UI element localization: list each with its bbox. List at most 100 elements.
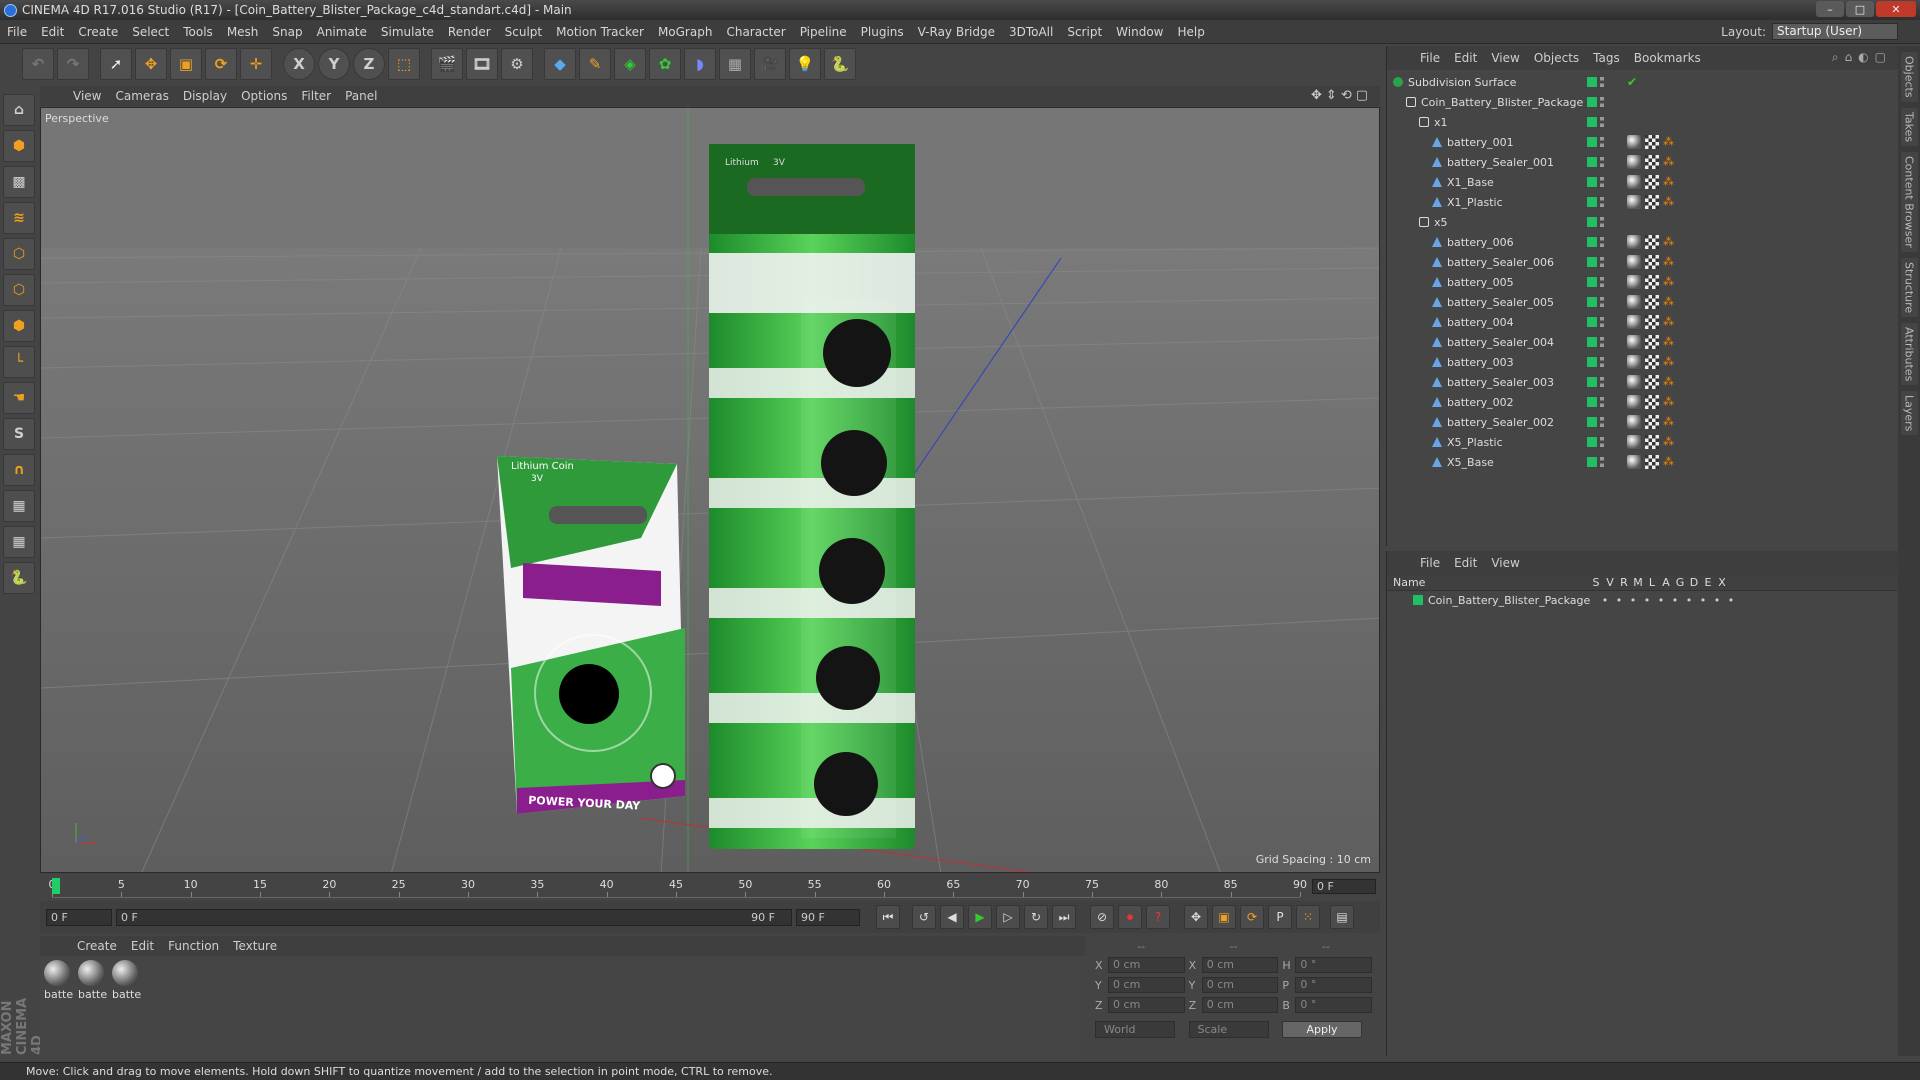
next-key-icon[interactable]: ↻ xyxy=(1024,905,1048,929)
layer-row[interactable]: Coin_Battery_Blister_Package • • • • • • • • • • xyxy=(1387,591,1898,609)
record-scale-icon[interactable]: ▣ xyxy=(1212,905,1236,929)
next-frame-icon[interactable]: ▷ xyxy=(996,905,1020,929)
record-rotation-icon[interactable]: ⟳ xyxy=(1240,905,1264,929)
menu-mesh[interactable]: Mesh xyxy=(220,20,266,44)
python-icon[interactable]: 🐍 xyxy=(824,48,856,80)
start-frame-field[interactable]: 0 F xyxy=(46,908,112,926)
layer-color-icon[interactable] xyxy=(1587,317,1597,327)
checker-material-tag-icon[interactable] xyxy=(1645,235,1659,249)
material-tag-icon[interactable] xyxy=(1627,455,1641,469)
material-menu-texture[interactable]: Texture xyxy=(226,939,284,953)
render-view-icon[interactable]: 🎬 xyxy=(431,48,463,80)
selection-tag-icon[interactable]: ⁂ xyxy=(1663,136,1675,148)
material-menu-edit[interactable]: Edit xyxy=(124,939,161,953)
object-menu-file[interactable]: File xyxy=(1413,51,1447,65)
material-tag-icon[interactable] xyxy=(1627,315,1641,329)
right-tab-takes[interactable]: Takes xyxy=(1900,107,1918,146)
menu-file[interactable]: File xyxy=(0,20,34,44)
layer-color-icon[interactable] xyxy=(1587,277,1597,287)
selection-tag-icon[interactable]: ⁂ xyxy=(1663,316,1675,328)
right-tab-attributes[interactable]: Attributes xyxy=(1900,322,1918,385)
object-row[interactable]: battery_003 xyxy=(1387,352,1587,372)
model-mode-icon[interactable]: ⬢ xyxy=(3,130,35,162)
menu-v-ray-bridge[interactable]: V-Ray Bridge xyxy=(911,20,1002,44)
selection-tag-icon[interactable]: ⁂ xyxy=(1663,416,1675,428)
checker-material-tag-icon[interactable] xyxy=(1645,415,1659,429)
visibility-dots-icon[interactable] xyxy=(1600,117,1604,127)
axis-mode-icon[interactable]: └ xyxy=(3,346,35,378)
visibility-dots-icon[interactable] xyxy=(1600,357,1604,367)
layer-color-icon[interactable] xyxy=(1587,217,1597,227)
layer-color-icon[interactable] xyxy=(1587,437,1597,447)
visibility-dots-icon[interactable] xyxy=(1600,417,1604,427)
material-menu-function[interactable]: Function xyxy=(161,939,226,953)
viewport-menu-display[interactable]: Display xyxy=(176,89,234,103)
object-menu-bookmarks[interactable]: Bookmarks xyxy=(1627,51,1708,65)
coord-value-field[interactable]: 0 cm xyxy=(1108,997,1185,1013)
viewport-menu-filter[interactable]: Filter xyxy=(294,89,338,103)
checker-material-tag-icon[interactable] xyxy=(1645,175,1659,189)
menu-animate[interactable]: Animate xyxy=(310,20,374,44)
selection-tag-icon[interactable]: ⁂ xyxy=(1663,296,1675,308)
right-tab-structure[interactable]: Structure xyxy=(1900,257,1918,317)
viewport-menu-view[interactable]: View xyxy=(66,89,108,103)
selection-tag-icon[interactable]: ⁂ xyxy=(1663,336,1675,348)
layer-color-icon[interactable] xyxy=(1587,257,1597,267)
layer-menu-edit[interactable]: Edit xyxy=(1447,556,1484,570)
material-tag-icon[interactable] xyxy=(1627,375,1641,389)
material-tag-icon[interactable] xyxy=(1627,195,1641,209)
object-row[interactable]: battery_Sealer_005 xyxy=(1387,292,1587,312)
object-row[interactable]: battery_Sealer_004 xyxy=(1387,332,1587,352)
menu-pipeline[interactable]: Pipeline xyxy=(793,20,854,44)
right-tab-content-browser[interactable]: Content Browser xyxy=(1900,151,1918,252)
end-frame-field[interactable]: 90 F xyxy=(796,908,860,926)
rotate-tool-icon[interactable]: ⟳ xyxy=(205,48,237,80)
scale-tool-icon[interactable]: ▣ xyxy=(170,48,202,80)
right-tab-layers[interactable]: Layers xyxy=(1900,391,1918,436)
play-icon[interactable]: ▶ xyxy=(968,905,992,929)
layer-column-header-e[interactable]: E xyxy=(1701,576,1715,589)
layer-manager-toggle-icon[interactable]: • xyxy=(1640,594,1654,607)
redo-icon[interactable]: ↷ xyxy=(57,48,89,80)
edges-mode-icon[interactable]: ⬡ xyxy=(3,274,35,306)
layer-color-icon[interactable] xyxy=(1587,417,1597,427)
current-frame-field[interactable]: 0 F xyxy=(1312,879,1376,894)
menu-snap[interactable]: Snap xyxy=(265,20,309,44)
coord-value-field[interactable]: 0 cm xyxy=(1108,957,1185,973)
selection-tag-icon[interactable]: ⁂ xyxy=(1663,156,1675,168)
visibility-dots-icon[interactable] xyxy=(1600,437,1604,447)
selection-tag-icon[interactable]: ⁂ xyxy=(1663,176,1675,188)
menu-window[interactable]: Window xyxy=(1109,20,1170,44)
object-menu-tags[interactable]: Tags xyxy=(1586,51,1627,65)
layer-animation-toggle-icon[interactable]: • xyxy=(1668,594,1682,607)
selection-tag-icon[interactable]: ⁂ xyxy=(1663,256,1675,268)
material-tag-icon[interactable] xyxy=(1627,235,1641,249)
layer-color-icon[interactable] xyxy=(1587,77,1597,87)
object-row[interactable]: battery_005 xyxy=(1387,272,1587,292)
layer-color-icon[interactable] xyxy=(1587,337,1597,347)
layer-menu-view[interactable]: View xyxy=(1484,556,1526,570)
layer-generators-toggle-icon[interactable]: • xyxy=(1682,594,1696,607)
floor-icon[interactable]: ▦ xyxy=(719,48,751,80)
material-tag-icon[interactable] xyxy=(1627,335,1641,349)
coord-value-field[interactable]: 0 cm xyxy=(1108,977,1185,993)
visibility-dots-icon[interactable] xyxy=(1600,297,1604,307)
layer-column-header-m[interactable]: M xyxy=(1631,576,1645,589)
checker-material-tag-icon[interactable] xyxy=(1645,195,1659,209)
cloner-icon[interactable]: ✿ xyxy=(649,48,681,80)
layer-column-header-a[interactable]: A xyxy=(1659,576,1673,589)
menu-edit[interactable]: Edit xyxy=(34,20,71,44)
record-keys-icon[interactable]: ⊘ xyxy=(1090,905,1114,929)
workplane-mode-icon[interactable]: ≋ xyxy=(3,202,35,234)
layer-color-icon[interactable] xyxy=(1587,377,1597,387)
object-row[interactable]: X1_Base xyxy=(1387,172,1587,192)
layout-dropdown[interactable]: Startup (User) xyxy=(1772,23,1898,40)
menu-motion-tracker[interactable]: Motion Tracker xyxy=(549,20,651,44)
snap-icon[interactable]: S xyxy=(3,418,35,450)
y-axis-lock-icon[interactable]: Y xyxy=(318,48,350,80)
render-settings-icon[interactable]: ⚙ xyxy=(501,48,533,80)
layer-color-icon[interactable] xyxy=(1587,297,1597,307)
material-menu-create[interactable]: Create xyxy=(70,939,124,953)
checker-material-tag-icon[interactable] xyxy=(1645,135,1659,149)
material-tag-icon[interactable] xyxy=(1627,395,1641,409)
